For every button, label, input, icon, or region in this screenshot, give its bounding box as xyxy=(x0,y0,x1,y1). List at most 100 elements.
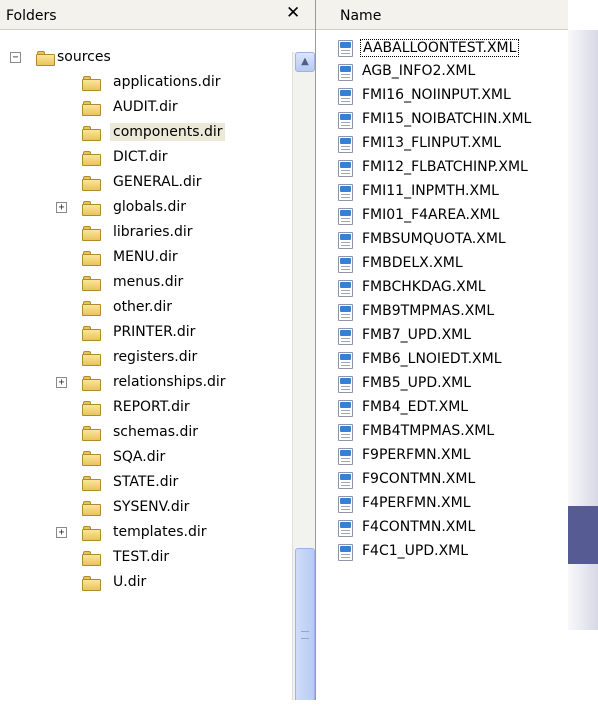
file-name[interactable]: F9CONTMN.XML xyxy=(360,471,477,487)
folder-label[interactable]: MENU.dir xyxy=(110,248,181,266)
file-name[interactable]: FMB9TMPMAS.XML xyxy=(360,303,496,319)
folder-label[interactable]: U.dir xyxy=(110,573,149,591)
tree-item[interactable]: other.dir xyxy=(0,296,292,321)
file-name[interactable]: FMBCHKDAG.XML xyxy=(360,279,488,295)
folder-label[interactable]: menus.dir xyxy=(110,273,186,291)
file-item[interactable]: FMB9TMPMAS.XML xyxy=(316,300,568,324)
file-item[interactable]: F4PERFMN.XML xyxy=(316,492,568,516)
file-item[interactable]: FMI01_F4AREA.XML xyxy=(316,204,568,228)
tree-item[interactable]: STATE.dir xyxy=(0,471,292,496)
folder-label[interactable]: components.dir xyxy=(110,123,226,141)
file-item[interactable]: FMI12_FLBATCHINP.XML xyxy=(316,156,568,180)
tree-item[interactable]: libraries.dir xyxy=(0,221,292,246)
folders-scrollbar[interactable]: ▲ xyxy=(292,52,315,712)
folder-label[interactable]: globals.dir xyxy=(110,198,189,216)
file-item[interactable]: FMI13_FLINPUT.XML xyxy=(316,132,568,156)
file-name[interactable]: FMI16_NOIINPUT.XML xyxy=(360,87,513,103)
file-item[interactable]: F9PERFMN.XML xyxy=(316,444,568,468)
file-item[interactable]: FMB4_EDT.XML xyxy=(316,396,568,420)
tree-item[interactable]: components.dir xyxy=(0,121,292,146)
folder-label[interactable]: schemas.dir xyxy=(110,423,201,441)
file-item[interactable]: F4C1_UPD.XML xyxy=(316,540,568,564)
xml-file-icon xyxy=(338,256,353,273)
folder-label[interactable]: DICT.dir xyxy=(110,148,171,166)
folder-label[interactable]: SQA.dir xyxy=(110,448,168,466)
file-item[interactable]: AGB_INFO2.XML xyxy=(316,60,568,84)
file-item[interactable]: FMB4TMPMAS.XML xyxy=(316,420,568,444)
folder-label[interactable]: applications.dir xyxy=(110,73,224,91)
file-item[interactable]: FMBDELX.XML xyxy=(316,252,568,276)
close-icon[interactable]: ✕ xyxy=(286,3,300,23)
folder-label[interactable]: libraries.dir xyxy=(110,223,196,241)
scroll-up-arrow-icon[interactable]: ▲ xyxy=(295,52,315,72)
tree-item[interactable]: schemas.dir xyxy=(0,421,292,446)
folder-label[interactable]: other.dir xyxy=(110,298,175,316)
file-name[interactable]: FMB4_EDT.XML xyxy=(360,399,470,415)
file-name[interactable]: FMBSUMQUOTA.XML xyxy=(360,231,508,247)
tree-item[interactable]: registers.dir xyxy=(0,346,292,371)
tree-item[interactable]: TEST.dir xyxy=(0,546,292,571)
folder-label[interactable]: SYSENV.dir xyxy=(110,498,192,516)
expand-icon[interactable]: + xyxy=(56,527,67,538)
name-column-header[interactable]: Name xyxy=(340,8,381,24)
tree-item[interactable]: + templates.dir xyxy=(0,521,292,546)
folder-label[interactable]: AUDIT.dir xyxy=(110,98,181,116)
tree-item[interactable]: + globals.dir xyxy=(0,196,292,221)
file-item[interactable]: FMB6_LNOIEDT.XML xyxy=(316,348,568,372)
tree-item[interactable]: SYSENV.dir xyxy=(0,496,292,521)
folder-label[interactable]: templates.dir xyxy=(110,523,209,541)
file-item[interactable]: FMI11_INPMTH.XML xyxy=(316,180,568,204)
expand-icon[interactable]: + xyxy=(56,202,67,213)
collapse-icon[interactable]: − xyxy=(10,52,21,63)
file-name[interactable]: FMB4TMPMAS.XML xyxy=(360,423,496,439)
file-name[interactable]: FMI13_FLINPUT.XML xyxy=(360,135,503,151)
folder-label[interactable]: PRINTER.dir xyxy=(110,323,198,341)
file-name[interactable]: FMI15_NOIBATCHIN.XML xyxy=(360,111,533,127)
tree-item[interactable]: PRINTER.dir xyxy=(0,321,292,346)
tree-item[interactable]: applications.dir xyxy=(0,71,292,96)
file-item[interactable]: FMBSUMQUOTA.XML xyxy=(316,228,568,252)
scroll-thumb[interactable] xyxy=(295,548,315,712)
folder-icon xyxy=(82,326,101,341)
file-item[interactable]: FMI15_NOIBATCHIN.XML xyxy=(316,108,568,132)
folder-label[interactable]: sources xyxy=(54,48,114,66)
tree-item[interactable]: menus.dir xyxy=(0,271,292,296)
folder-label[interactable]: REPORT.dir xyxy=(110,398,193,416)
tree-item[interactable]: SQA.dir xyxy=(0,446,292,471)
xml-file-icon xyxy=(338,40,353,57)
file-name[interactable]: FMB6_LNOIEDT.XML xyxy=(360,351,504,367)
file-item[interactable]: FMB5_UPD.XML xyxy=(316,372,568,396)
file-name[interactable]: F9PERFMN.XML xyxy=(360,447,473,463)
file-name[interactable]: FMB7_UPD.XML xyxy=(360,327,473,343)
folder-label[interactable]: GENERAL.dir xyxy=(110,173,205,191)
tree-item[interactable]: REPORT.dir xyxy=(0,396,292,421)
file-name[interactable]: FMI12_FLBATCHINP.XML xyxy=(360,159,530,175)
file-item[interactable]: FMB7_UPD.XML xyxy=(316,324,568,348)
file-item[interactable]: FMI16_NOIINPUT.XML xyxy=(316,84,568,108)
file-name[interactable]: FMB5_UPD.XML xyxy=(360,375,473,391)
file-name[interactable]: FMI11_INPMTH.XML xyxy=(360,183,501,199)
folder-label[interactable]: TEST.dir xyxy=(110,548,172,566)
expand-icon[interactable]: + xyxy=(56,377,67,388)
tree-item[interactable]: GENERAL.dir xyxy=(0,171,292,196)
file-item[interactable]: F4CONTMN.XML xyxy=(316,516,568,540)
file-name[interactable]: AABALLOONTEST.XML xyxy=(360,39,520,57)
file-name[interactable]: AGB_INFO2.XML xyxy=(360,63,477,79)
tree-item[interactable]: MENU.dir xyxy=(0,246,292,271)
tree-item[interactable]: DICT.dir xyxy=(0,146,292,171)
file-name[interactable]: FMI01_F4AREA.XML xyxy=(360,207,501,223)
file-name[interactable]: F4PERFMN.XML xyxy=(360,495,473,511)
folder-label[interactable]: STATE.dir xyxy=(110,473,181,491)
file-item[interactable]: F9CONTMN.XML xyxy=(316,468,568,492)
tree-item[interactable]: U.dir xyxy=(0,571,292,596)
file-item[interactable]: AABALLOONTEST.XML xyxy=(316,36,568,60)
folder-label[interactable]: relationships.dir xyxy=(110,373,229,391)
file-name[interactable]: FMBDELX.XML xyxy=(360,255,465,271)
file-name[interactable]: F4C1_UPD.XML xyxy=(360,543,470,559)
file-item[interactable]: FMBCHKDAG.XML xyxy=(316,276,568,300)
file-name[interactable]: F4CONTMN.XML xyxy=(360,519,477,535)
folder-label[interactable]: registers.dir xyxy=(110,348,200,366)
tree-item[interactable]: + relationships.dir xyxy=(0,371,292,396)
tree-item[interactable]: AUDIT.dir xyxy=(0,96,292,121)
tree-item[interactable]: − sources xyxy=(0,46,292,71)
